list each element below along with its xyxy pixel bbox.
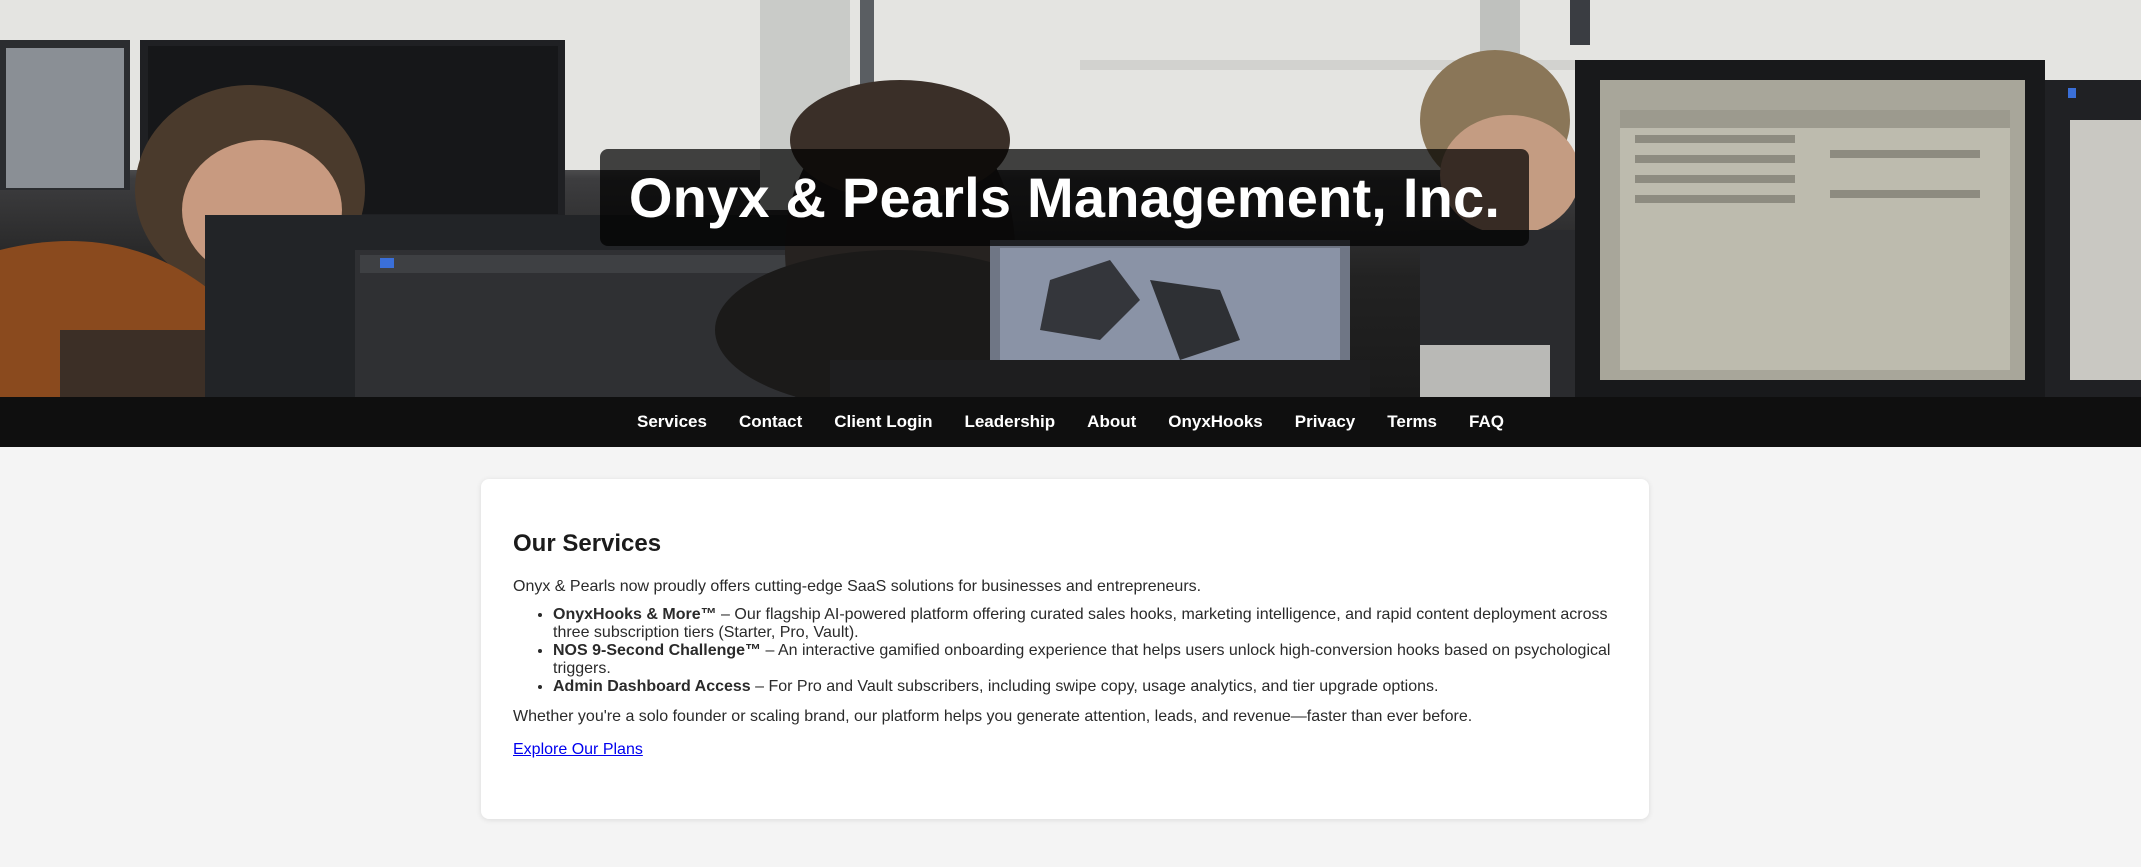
nav-about[interactable]: About [1087,412,1136,432]
service-description: – For Pro and Vault subscribers, includi… [750,678,1439,696]
main-navigation: Services Contact Client Login Leadership… [0,397,2141,447]
service-name: NOS 9-Second Challenge™ [553,642,762,660]
services-card: Our Services Onyx & Pearls now proudly o… [481,479,1649,819]
nav-contact[interactable]: Contact [739,412,802,432]
nav-services[interactable]: Services [637,412,707,432]
explore-plans-link[interactable]: Explore Our Plans [513,741,643,758]
nav-terms[interactable]: Terms [1387,412,1437,432]
nav-onyxhooks[interactable]: OnyxHooks [1168,412,1262,432]
services-outro: Whether you're a solo founder or scaling… [513,708,1473,726]
service-name: Admin Dashboard Access [553,678,751,696]
services-list: OnyxHooks & More™ – Our flagship AI-powe… [513,606,1617,696]
nav-privacy[interactable]: Privacy [1295,412,1356,432]
service-name: OnyxHooks & More™ [553,606,717,624]
nav-client-login[interactable]: Client Login [834,412,932,432]
list-item: OnyxHooks & More™ – Our flagship AI-powe… [553,606,1617,642]
hero-banner: Onyx & Pearls Management, Inc. [0,0,2141,397]
services-heading: Our Services [513,530,662,557]
list-item: NOS 9-Second Challenge™ – An interactive… [553,642,1617,678]
page-title: Onyx & Pearls Management, Inc. [628,166,1501,229]
hero-title-box: Onyx & Pearls Management, Inc. [600,149,1529,246]
services-intro: Onyx & Pearls now proudly offers cutting… [513,578,1202,596]
nav-leadership[interactable]: Leadership [964,412,1055,432]
list-item: Admin Dashboard Access – For Pro and Vau… [553,678,1617,696]
nav-faq[interactable]: FAQ [1469,412,1504,432]
